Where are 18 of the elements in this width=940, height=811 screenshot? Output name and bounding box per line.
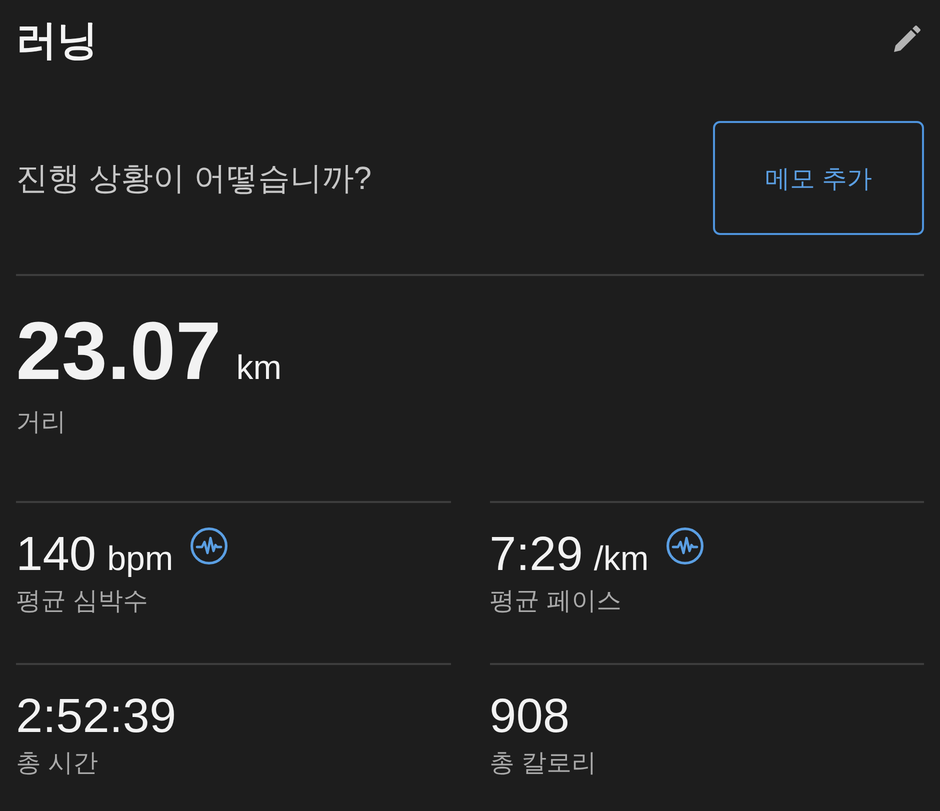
pulse-icon[interactable] <box>190 527 228 565</box>
stat-unit: bpm <box>107 540 174 579</box>
stat-value: 7:29 <box>490 529 583 581</box>
distance-unit: km <box>236 348 282 388</box>
stat-label: 평균 심박수 <box>16 586 148 616</box>
stat-value: 140 <box>16 529 96 581</box>
distance-label: 거리 <box>16 407 66 437</box>
stat-label: 평균 페이스 <box>490 586 622 616</box>
distance-value: 23.07 <box>16 312 222 392</box>
note-prompt: 진행 상황이 어떻습니까? <box>16 159 372 197</box>
stat-value: 2:52:39 <box>16 691 176 743</box>
stat-label: 총 시간 <box>16 748 98 778</box>
pulse-icon[interactable] <box>666 527 704 565</box>
page-title: 러닝 <box>16 16 98 65</box>
stat-value: 908 <box>490 691 570 743</box>
add-note-button[interactable]: 메모 추가 <box>713 121 924 235</box>
stat-unit: /km <box>594 540 649 579</box>
stat-label: 총 칼로리 <box>490 748 596 778</box>
